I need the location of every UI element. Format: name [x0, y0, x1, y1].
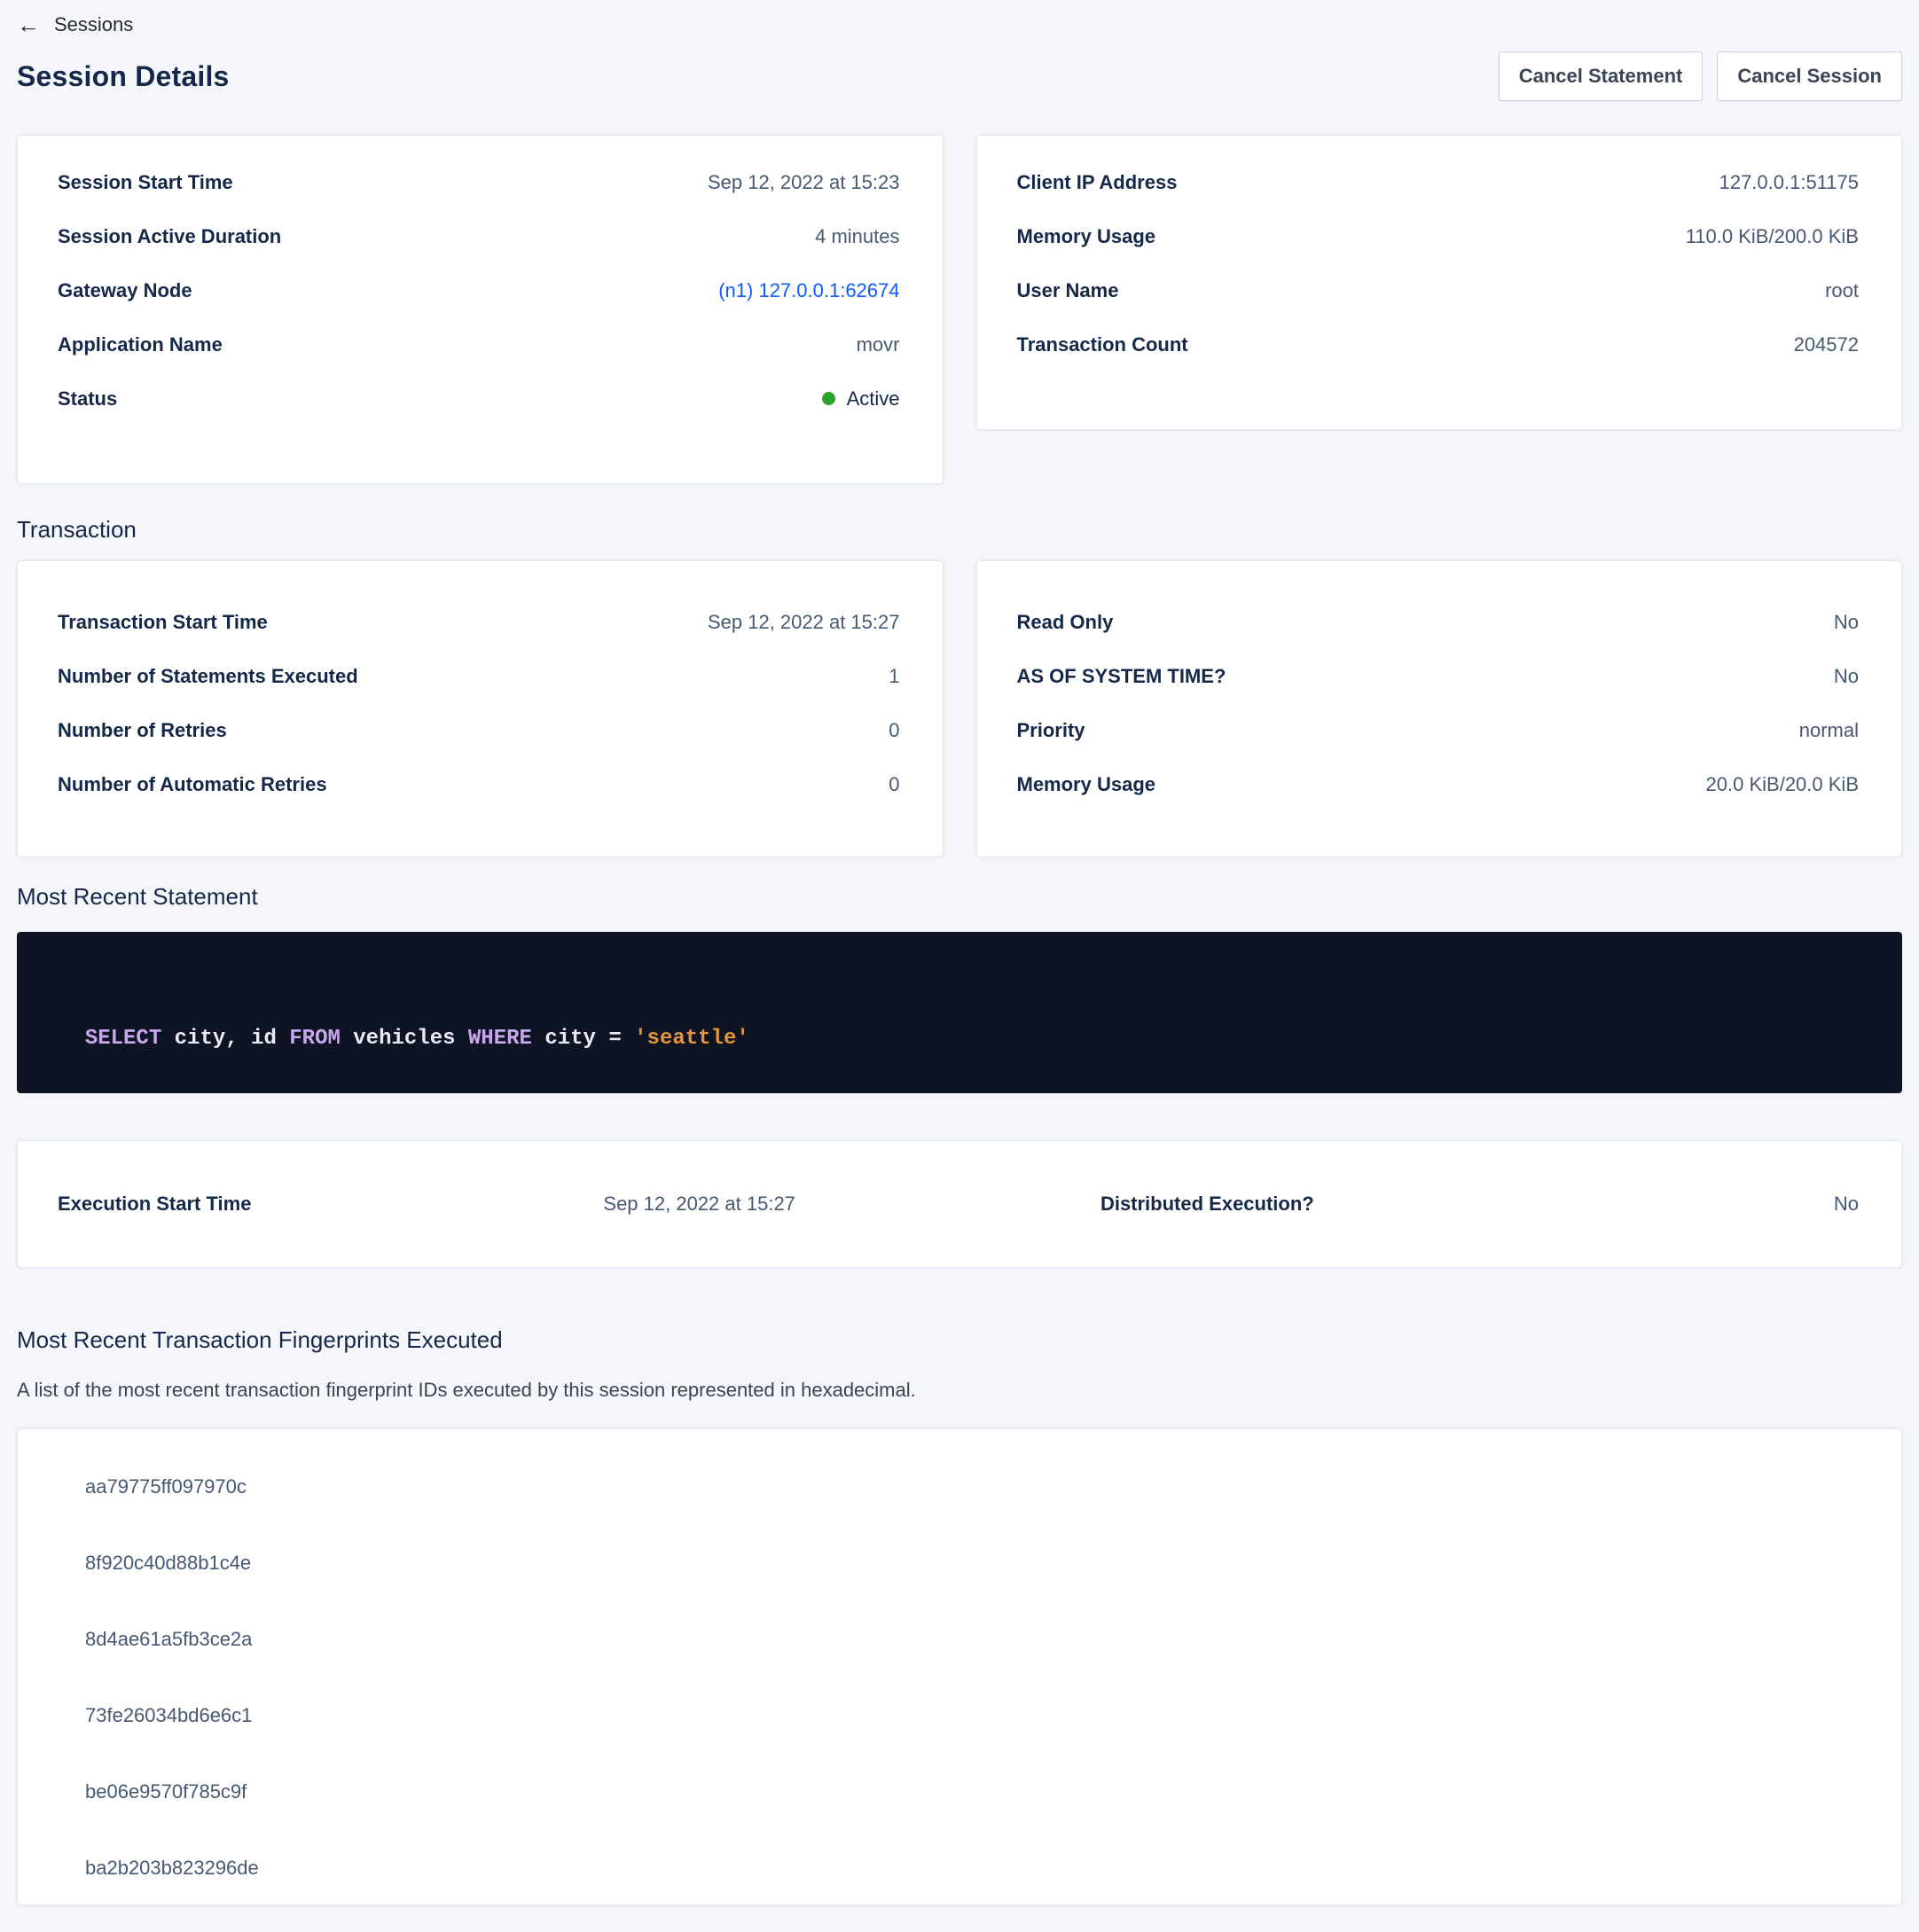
detail-label: Gateway Node [58, 279, 192, 302]
detail-label: Session Active Duration [58, 225, 281, 248]
execution-details-card: Execution Start Time Sep 12, 2022 at 15:… [17, 1140, 1902, 1268]
detail-row: Transaction Start Time Sep 12, 2022 at 1… [58, 595, 900, 649]
detail-value: 204572 [1794, 333, 1859, 356]
detail-value: 127.0.0.1:51175 [1719, 171, 1859, 194]
fingerprint-id: 8d4ae61a5fb3ce2a [85, 1601, 1859, 1678]
detail-row: Read Only No [1017, 595, 1860, 649]
sql-token: vehicles [341, 1027, 468, 1051]
detail-label: Priority [1017, 719, 1085, 742]
fingerprint-id: be06e9570f785c9f [85, 1754, 1859, 1830]
transaction-card-left: Transaction Start Time Sep 12, 2022 at 1… [17, 560, 944, 857]
page-header: Session Details Cancel Statement Cancel … [17, 48, 1902, 105]
detail-value: Sep 12, 2022 at 15:23 [708, 171, 900, 194]
detail-label: AS OF SYSTEM TIME? [1017, 665, 1226, 688]
detail-row: AS OF SYSTEM TIME? No [1017, 649, 1860, 703]
transaction-cards: Transaction Start Time Sep 12, 2022 at 1… [17, 560, 1902, 857]
fingerprints-card: aa79775ff097970c 8f920c40d88b1c4e 8d4ae6… [17, 1428, 1902, 1905]
detail-label: Transaction Start Time [58, 611, 268, 634]
detail-value: 4 minutes [815, 225, 899, 248]
sql-token: FROM [289, 1027, 341, 1051]
session-details-page: ← Sessions Session Details Cancel Statem… [0, 0, 1919, 1932]
detail-value: normal [1799, 719, 1859, 742]
execution-start-time-value: Sep 12, 2022 at 15:27 [603, 1193, 1100, 1216]
detail-label: Client IP Address [1017, 171, 1178, 194]
back-link-label: Sessions [54, 13, 133, 36]
detail-label: Application Name [58, 333, 223, 356]
most-recent-statement-heading: Most Recent Statement [17, 880, 1902, 912]
session-overview-cards: Session Start Time Sep 12, 2022 at 15:23… [17, 135, 1902, 484]
detail-row: Priority normal [1017, 703, 1860, 757]
page-title: Session Details [17, 60, 230, 93]
detail-label: Number of Statements Executed [58, 665, 358, 688]
detail-value: 0 [889, 719, 899, 742]
detail-label: Transaction Count [1017, 333, 1188, 356]
session-overview-card-right: Client IP Address 127.0.0.1:51175 Memory… [976, 135, 1903, 430]
sql-token: city, id [161, 1027, 289, 1051]
detail-value: 110.0 KiB/200.0 KiB [1686, 225, 1859, 248]
detail-label: Status [58, 387, 117, 411]
sql-token: SELECT [85, 1027, 161, 1051]
detail-row: Application Name movr [58, 317, 900, 372]
detail-value: No [1834, 611, 1859, 634]
detail-row: Session Start Time Sep 12, 2022 at 15:23 [58, 155, 900, 209]
sql-statement-box: SELECT city, id FROM vehicles WHERE city… [17, 932, 1902, 1093]
detail-value: Active [822, 387, 900, 411]
distributed-execution-value: No [1569, 1193, 1859, 1216]
detail-row: User Name root [1017, 263, 1860, 317]
fingerprint-id: 8f920c40d88b1c4e [85, 1525, 1859, 1601]
detail-value: root [1825, 279, 1859, 302]
execution-start-time-label: Execution Start Time [58, 1193, 603, 1216]
fingerprints-section-heading: Most Recent Transaction Fingerprints Exe… [17, 1324, 1902, 1356]
detail-label: Memory Usage [1017, 225, 1156, 248]
back-arrow-icon: ← [17, 13, 40, 36]
detail-row: Gateway Node (n1) 127.0.0.1:62674 [58, 263, 900, 317]
fingerprint-id: aa79775ff097970c [85, 1449, 1859, 1525]
transaction-section-heading: Transaction [17, 513, 1902, 545]
distributed-execution-label: Distributed Execution? [1100, 1193, 1569, 1216]
detail-row: Session Active Duration 4 minutes [58, 209, 900, 263]
detail-row: Status Active [58, 372, 900, 426]
cancel-session-button[interactable]: Cancel Session [1717, 51, 1902, 101]
fingerprint-id: ba2b203b823296de [85, 1830, 1859, 1905]
sql-token: 'seattle' [634, 1027, 749, 1051]
detail-row: Transaction Count 204572 [1017, 317, 1860, 372]
header-actions: Cancel Statement Cancel Session [1499, 51, 1902, 101]
transaction-card-right: Read Only No AS OF SYSTEM TIME? No Prior… [976, 560, 1903, 857]
detail-value: 20.0 KiB/20.0 KiB [1706, 773, 1859, 796]
detail-label: Memory Usage [1017, 773, 1156, 796]
detail-row: Client IP Address 127.0.0.1:51175 [1017, 155, 1860, 209]
fingerprints-section-description: A list of the most recent transaction fi… [17, 1377, 1902, 1404]
fingerprint-id: 73fe26034bd6e6c1 [85, 1678, 1859, 1754]
detail-row: Memory Usage 20.0 KiB/20.0 KiB [1017, 757, 1860, 811]
detail-label: Number of Automatic Retries [58, 773, 327, 796]
detail-value: 0 [889, 773, 899, 796]
detail-value: Sep 12, 2022 at 15:27 [708, 611, 900, 634]
detail-row: Memory Usage 110.0 KiB/200.0 KiB [1017, 209, 1860, 263]
detail-label: Number of Retries [58, 719, 227, 742]
detail-row: Number of Statements Executed 1 [58, 649, 900, 703]
detail-value: movr [857, 333, 900, 356]
sql-token: WHERE [468, 1027, 532, 1051]
detail-label: User Name [1017, 279, 1119, 302]
detail-label: Read Only [1017, 611, 1114, 634]
session-overview-card-left: Session Start Time Sep 12, 2022 at 15:23… [17, 135, 944, 484]
detail-row: Number of Retries 0 [58, 703, 900, 757]
detail-row: Number of Automatic Retries 0 [58, 757, 900, 811]
detail-label: Session Start Time [58, 171, 233, 194]
back-to-sessions-link[interactable]: ← Sessions [17, 9, 1902, 41]
detail-value: No [1834, 665, 1859, 688]
sql-token: city = [532, 1027, 634, 1051]
cancel-statement-button[interactable]: Cancel Statement [1499, 51, 1704, 101]
detail-value[interactable]: (n1) 127.0.0.1:62674 [718, 279, 899, 302]
detail-value: 1 [889, 665, 899, 688]
